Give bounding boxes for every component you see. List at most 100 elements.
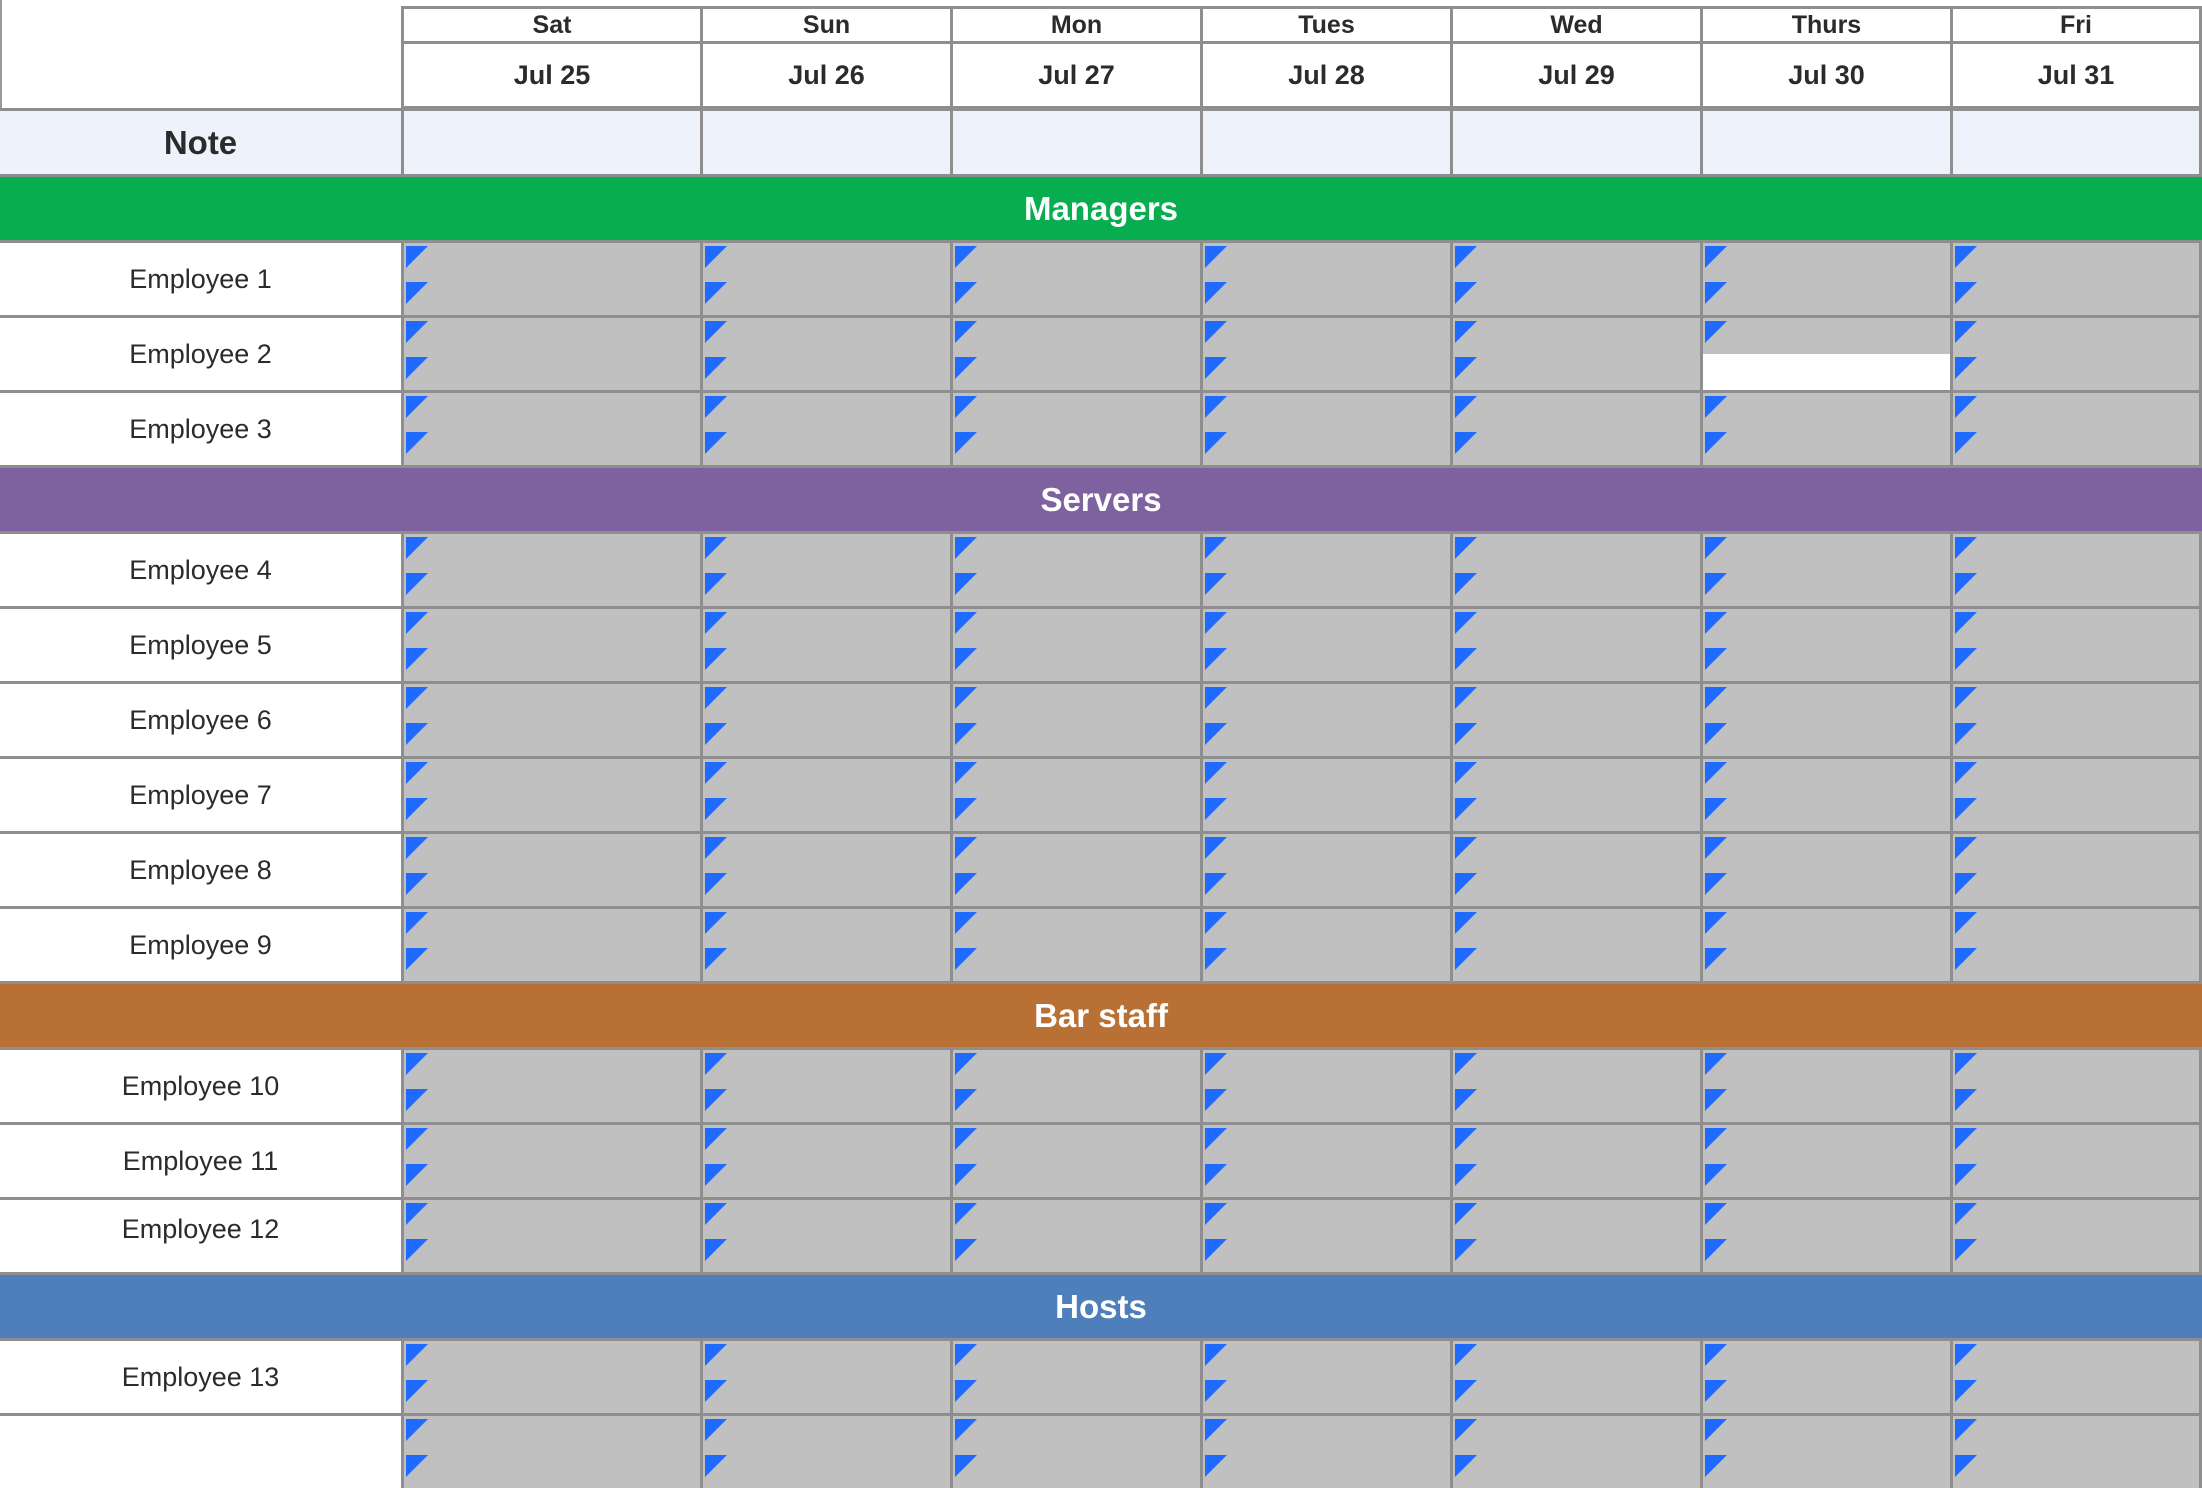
shift-slot[interactable] (1203, 759, 1450, 795)
shift-slot[interactable] (953, 684, 1200, 720)
shift-slot[interactable] (404, 318, 700, 354)
shift-slot[interactable] (1203, 243, 1450, 279)
shift-slot[interactable] (1703, 1086, 1950, 1122)
shift-slot[interactable] (1703, 279, 1950, 315)
shift-slot[interactable] (404, 795, 700, 831)
shift-slot[interactable] (1203, 354, 1450, 390)
shift-slot[interactable] (1703, 759, 1950, 795)
shift-slot[interactable] (1453, 1200, 1700, 1236)
shift-slot[interactable] (1453, 429, 1700, 465)
shift-slot[interactable] (1453, 1050, 1700, 1086)
shift-slot[interactable] (703, 720, 950, 756)
shift-slot[interactable] (1953, 1416, 2199, 1452)
shift-slot[interactable] (953, 570, 1200, 606)
shift-slot[interactable] (1453, 1161, 1700, 1197)
shift-slot[interactable] (1453, 759, 1700, 795)
shift-slot[interactable] (1953, 570, 2199, 606)
shift-slot[interactable] (1203, 870, 1450, 906)
shift-slot[interactable] (703, 684, 950, 720)
shift-slot[interactable] (1703, 795, 1950, 831)
shift-slot[interactable] (953, 354, 1200, 390)
shift-slot[interactable] (1953, 684, 2199, 720)
shift-slot[interactable] (703, 1200, 950, 1236)
shift-slot[interactable] (953, 279, 1200, 315)
shift-slot[interactable] (404, 1377, 700, 1413)
shift-slot[interactable] (1703, 1377, 1950, 1413)
shift-slot[interactable] (1953, 1377, 2199, 1413)
shift-slot[interactable] (404, 243, 700, 279)
shift-slot[interactable] (1203, 945, 1450, 981)
shift-slot[interactable] (1953, 354, 2199, 390)
shift-slot[interactable] (953, 1341, 1200, 1377)
shift-slot[interactable] (703, 870, 950, 906)
shift-slot[interactable] (404, 429, 700, 465)
shift-slot[interactable] (703, 1125, 950, 1161)
shift-slot[interactable] (953, 1050, 1200, 1086)
shift-slot[interactable] (953, 720, 1200, 756)
shift-slot[interactable] (953, 1161, 1200, 1197)
shift-slot[interactable] (1203, 429, 1450, 465)
shift-slot[interactable] (953, 795, 1200, 831)
shift-slot[interactable] (1453, 1416, 1700, 1452)
shift-slot[interactable] (953, 534, 1200, 570)
shift-slot[interactable] (1953, 609, 2199, 645)
shift-slot[interactable] (404, 1341, 700, 1377)
shift-slot[interactable] (1453, 279, 1700, 315)
shift-slot[interactable] (1203, 279, 1450, 315)
shift-slot[interactable] (404, 1236, 700, 1272)
shift-slot[interactable] (1453, 609, 1700, 645)
shift-slot[interactable] (1703, 534, 1950, 570)
shift-slot[interactable] (404, 945, 700, 981)
shift-slot[interactable] (1703, 834, 1950, 870)
shift-slot[interactable] (1953, 1125, 2199, 1161)
shift-slot[interactable] (1453, 795, 1700, 831)
shift-slot[interactable] (404, 354, 700, 390)
shift-slot[interactable] (1203, 1086, 1450, 1122)
shift-slot[interactable] (703, 1086, 950, 1122)
shift-slot[interactable] (1453, 1086, 1700, 1122)
shift-slot[interactable] (1703, 1452, 1950, 1488)
shift-slot[interactable] (953, 870, 1200, 906)
shift-slot[interactable] (1953, 834, 2199, 870)
shift-slot[interactable] (1703, 720, 1950, 756)
shift-slot[interactable] (953, 1125, 1200, 1161)
shift-slot[interactable] (1203, 570, 1450, 606)
shift-slot[interactable] (1953, 1341, 2199, 1377)
shift-slot[interactable] (1953, 945, 2199, 981)
shift-slot[interactable] (1953, 1050, 2199, 1086)
shift-slot[interactable] (1953, 795, 2199, 831)
shift-slot[interactable] (404, 279, 700, 315)
shift-slot[interactable] (1453, 684, 1700, 720)
shift-slot[interactable] (1953, 429, 2199, 465)
shift-slot[interactable] (1953, 393, 2199, 429)
shift-slot[interactable] (953, 759, 1200, 795)
shift-slot[interactable] (1203, 1377, 1450, 1413)
shift-slot[interactable] (1703, 318, 1950, 354)
shift-slot[interactable] (703, 909, 950, 945)
shift-slot[interactable] (703, 609, 950, 645)
shift-slot[interactable] (1953, 870, 2199, 906)
shift-slot[interactable] (1453, 570, 1700, 606)
shift-slot[interactable] (953, 1200, 1200, 1236)
note-cell-thurs[interactable] (1700, 111, 1950, 174)
shift-slot[interactable] (1953, 279, 2199, 315)
shift-slot[interactable] (703, 1377, 950, 1413)
shift-slot[interactable] (1703, 1125, 1950, 1161)
shift-slot[interactable] (1703, 354, 1950, 390)
shift-slot[interactable] (1703, 243, 1950, 279)
shift-slot[interactable] (1703, 1341, 1950, 1377)
shift-slot[interactable] (404, 720, 700, 756)
shift-slot[interactable] (1953, 318, 2199, 354)
shift-slot[interactable] (1953, 1200, 2199, 1236)
shift-slot[interactable] (1453, 909, 1700, 945)
shift-slot[interactable] (703, 318, 950, 354)
shift-slot[interactable] (703, 795, 950, 831)
shift-slot[interactable] (404, 909, 700, 945)
shift-slot[interactable] (953, 609, 1200, 645)
shift-slot[interactable] (1453, 945, 1700, 981)
shift-slot[interactable] (1203, 909, 1450, 945)
shift-slot[interactable] (1953, 1161, 2199, 1197)
shift-slot[interactable] (1953, 1086, 2199, 1122)
shift-slot[interactable] (1703, 429, 1950, 465)
shift-slot[interactable] (1953, 534, 2199, 570)
